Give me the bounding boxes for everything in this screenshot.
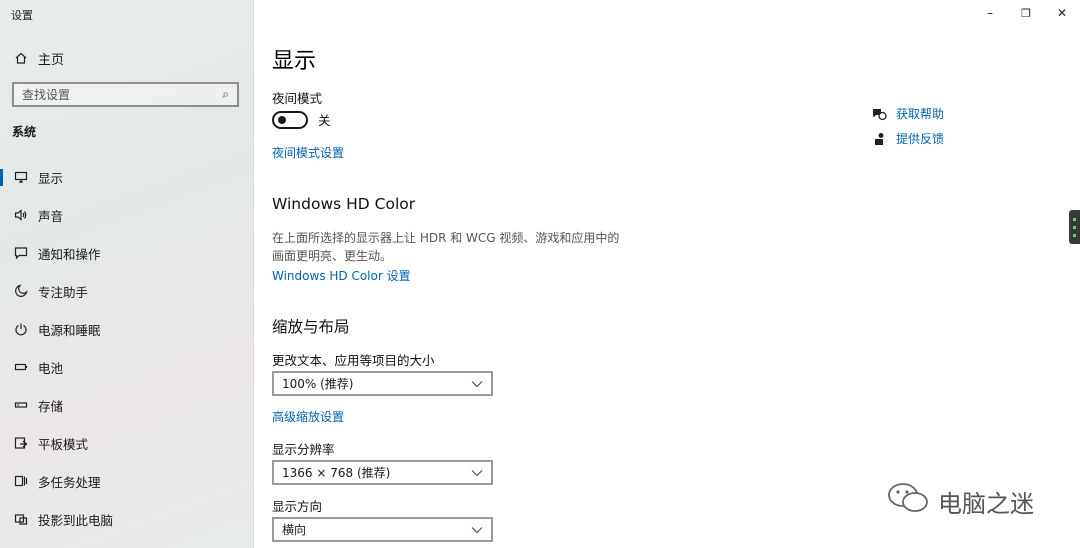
tablet-icon <box>13 435 29 451</box>
sidebar-item-display[interactable]: 显示 <box>0 158 253 196</box>
sidebar-item-battery[interactable]: 电池 <box>0 348 253 386</box>
multitask-icon <box>13 473 29 489</box>
night-light-label: 夜间模式 <box>272 91 323 106</box>
app-title: 设置 <box>11 9 33 22</box>
sidebar-nav: 显示 声音 通知和操作 专注助手 电源和睡眠 电池 存储 平板模式 多任务处理 … <box>0 158 253 538</box>
monitor-icon <box>13 169 29 185</box>
power-icon <box>13 321 29 337</box>
sidebar-item-focus-assist[interactable]: 专注助手 <box>0 272 253 310</box>
close-button[interactable]: ✕ <box>1044 0 1080 26</box>
home-icon <box>13 50 29 66</box>
hd-color-settings-link[interactable]: Windows HD Color 设置 <box>272 267 411 284</box>
toggle-state-label: 关 <box>318 113 331 128</box>
scale-label: 更改文本、应用等项目的大小 <box>272 353 435 368</box>
feedback-link[interactable]: 提供反馈 <box>870 130 944 147</box>
hd-color-heading: Windows HD Color <box>272 195 416 213</box>
search-input[interactable] <box>22 87 202 102</box>
resolution-value: 1366 × 768 (推荐) <box>282 466 391 480</box>
section-label: 系统 <box>12 125 37 139</box>
scale-value: 100% (推荐) <box>282 377 354 391</box>
sidebar-item-project[interactable]: 投影到此电脑 <box>0 500 253 538</box>
sidebar-item-label: 通知和操作 <box>38 246 101 262</box>
chat-help-icon <box>870 106 888 122</box>
minimize-button[interactable]: – <box>972 0 1008 26</box>
sidebar-item-power-sleep[interactable]: 电源和睡眠 <box>0 310 253 348</box>
night-light-toggle-row: 关 <box>272 110 331 129</box>
get-help-label: 获取帮助 <box>896 107 945 121</box>
orientation-dropdown[interactable]: 横向 <box>272 517 493 542</box>
search-box[interactable]: ⌕ <box>12 82 239 107</box>
sidebar-item-label: 专注助手 <box>38 284 89 300</box>
feedback-label: 提供反馈 <box>896 132 945 146</box>
moon-icon <box>13 283 29 299</box>
chevron-down-icon <box>471 377 483 391</box>
wechat-icon <box>886 482 930 520</box>
sidebar-item-label: 显示 <box>38 170 64 186</box>
sidebar-home-label: 主页 <box>38 52 65 68</box>
sidebar-item-label: 电源和睡眠 <box>38 322 101 338</box>
sidebar-item-multitasking[interactable]: 多任务处理 <box>0 462 253 500</box>
sidebar-item-label: 存储 <box>38 398 64 414</box>
feedback-icon <box>870 131 888 147</box>
battery-icon <box>13 359 29 375</box>
restore-button[interactable]: ❐ <box>1008 0 1044 26</box>
scrollbar-thumb[interactable] <box>1069 210 1080 244</box>
sidebar-item-label: 平板模式 <box>38 436 89 452</box>
hd-color-description: 在上面所选择的显示器上让 HDR 和 WCG 视频、游戏和应用中的画面更明亮、更… <box>272 231 620 263</box>
storage-icon <box>13 397 29 413</box>
sidebar-item-tablet-mode[interactable]: 平板模式 <box>0 424 253 462</box>
sidebar-item-notifications[interactable]: 通知和操作 <box>0 234 253 272</box>
resolution-label: 显示分辨率 <box>272 442 335 457</box>
sidebar-item-label: 多任务处理 <box>38 474 101 490</box>
speaker-icon <box>13 207 29 223</box>
page-title: 显示 <box>272 49 317 74</box>
resolution-dropdown[interactable]: 1366 × 768 (推荐) <box>272 460 493 485</box>
sidebar-item-storage[interactable]: 存储 <box>0 386 253 424</box>
notification-icon <box>13 245 29 261</box>
orientation-label: 显示方向 <box>272 499 323 514</box>
sidebar-item-label: 声音 <box>38 208 64 224</box>
get-help-link[interactable]: 获取帮助 <box>870 105 944 122</box>
search-icon[interactable]: ⌕ <box>222 87 229 102</box>
night-light-toggle[interactable] <box>272 110 308 129</box>
project-icon <box>13 511 29 527</box>
scale-dropdown[interactable]: 100% (推荐) <box>272 371 493 396</box>
advanced-scaling-link[interactable]: 高级缩放设置 <box>272 408 344 425</box>
night-light-settings-link[interactable]: 夜间模式设置 <box>272 144 344 161</box>
orientation-value: 横向 <box>282 523 307 537</box>
chevron-down-icon <box>471 466 483 480</box>
sidebar-item-label: 投影到此电脑 <box>38 512 114 528</box>
sidebar-item-sound[interactable]: 声音 <box>0 196 253 234</box>
sidebar: 设置 主页 ⌕ 系统 显示 声音 通知和操作 专注助手 电源和睡眠 <box>0 0 254 548</box>
sidebar-home[interactable]: 主页 <box>13 48 64 68</box>
scale-layout-heading: 缩放与布局 <box>272 318 350 336</box>
watermark: 电脑之迷 <box>886 482 1034 520</box>
watermark-text: 电脑之迷 <box>938 489 1034 518</box>
sidebar-item-label: 电池 <box>38 360 64 376</box>
chevron-down-icon <box>471 523 483 537</box>
